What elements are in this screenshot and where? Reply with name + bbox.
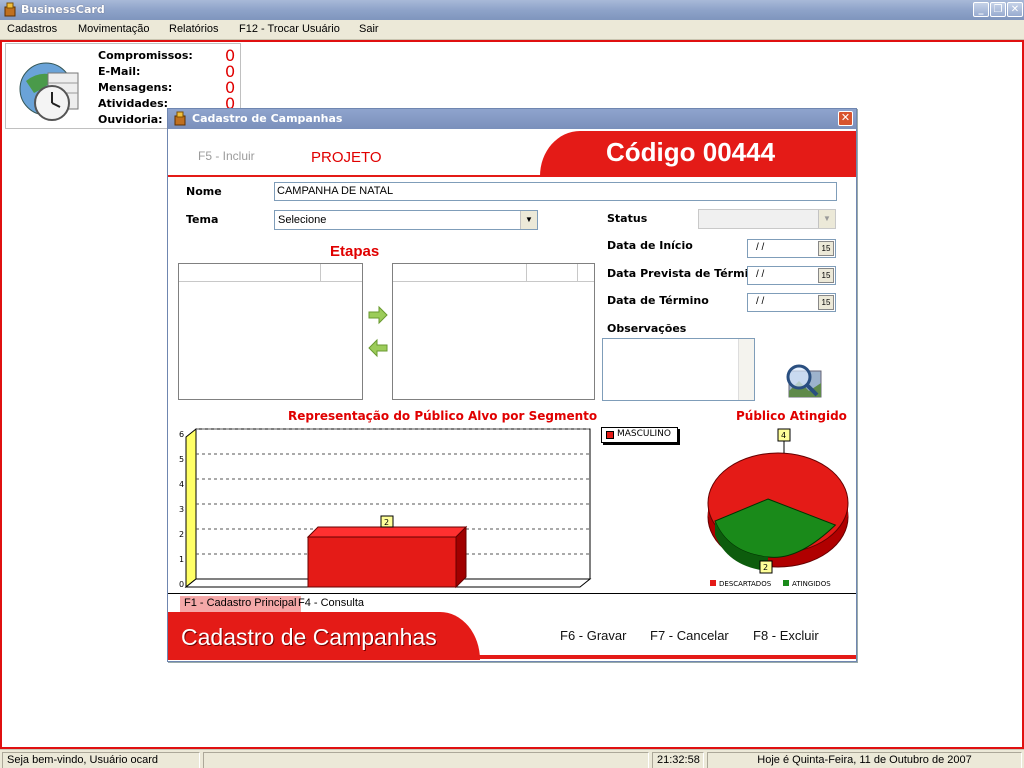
data-termino-label: Data de Término (607, 294, 709, 307)
chevron-down-icon[interactable]: ▼ (818, 210, 835, 228)
pie-chart-title: Público Atingido (736, 409, 847, 423)
gravar-button[interactable]: F6 - Gravar (560, 628, 626, 643)
y-tick-label: 2 (179, 530, 184, 539)
calendar-icon[interactable]: 15 (818, 268, 834, 283)
magnifier-icon[interactable] (783, 361, 823, 401)
data-inicio-input[interactable]: / / 15 (747, 239, 836, 258)
legend-label-descartados: DESCARTADOS (719, 580, 772, 588)
y-tick-label: 4 (179, 480, 184, 489)
tema-select-value: Selecione (278, 214, 327, 226)
bar-masculino-side (455, 525, 467, 589)
data-prevista-input[interactable]: / / 15 (747, 266, 836, 285)
status-label: Status (607, 212, 648, 225)
etapas-selected-list[interactable] (392, 263, 595, 400)
bar-data-label: 2 (384, 518, 389, 527)
status-date: Hoje é Quinta-Feira, 11 de Outubro de 20… (707, 752, 1022, 768)
menu-relatorios[interactable]: Relatórios (169, 23, 219, 35)
etapas-selected-header (393, 264, 594, 282)
legend-swatch-atingidos (783, 580, 789, 586)
legend-label-atingidos: ATINGIDOS (792, 580, 831, 588)
pie-chart: 4 2 DESCARTADOS ATINGIDOS (707, 428, 849, 588)
dialog-close-button[interactable]: ✕ (838, 111, 853, 126)
observacoes-label: Observações (607, 322, 687, 335)
menu-bar: Cadastros Movimentação Relatórios F12 - … (0, 20, 1024, 40)
dialog-title-bar: Cadastro de Campanhas ✕ (168, 109, 856, 129)
excluir-button[interactable]: F8 - Excluir (753, 628, 819, 643)
tema-label: Tema (186, 213, 219, 226)
menu-trocar-usuario[interactable]: F12 - Trocar Usuário (239, 23, 340, 35)
calendar-icon[interactable]: 15 (818, 295, 834, 310)
info-label-atividades: Atividades: (98, 97, 169, 110)
info-label-ouvidoria: Ouvidoria: (98, 113, 163, 126)
tema-select[interactable]: Selecione ▼ (274, 210, 538, 230)
calendar-clock-globe-icon (19, 62, 79, 121)
calendar-icon[interactable]: 15 (818, 241, 834, 256)
bar-chart-title: Representação do Público Alvo por Segmen… (288, 409, 598, 423)
y-tick-label: 5 (179, 455, 184, 464)
y-tick-label: 6 (179, 430, 184, 439)
data-inicio-label: Data de Início (607, 239, 693, 252)
menu-sair[interactable]: Sair (359, 23, 379, 35)
nome-input[interactable]: CAMPANHA DE NATAL (274, 182, 837, 201)
tab-cadastro-principal[interactable]: F1 - Cadastro Principal (180, 596, 301, 612)
chart-side-wall (185, 427, 197, 589)
info-label-compromissos: Compromissos: (98, 49, 193, 62)
header-divider (168, 175, 856, 177)
etapas-available-header (179, 264, 362, 282)
dialog-title: Cadastro de Campanhas (192, 112, 343, 125)
tab-consulta[interactable]: F4 - Consulta (294, 596, 368, 612)
status-select[interactable]: ▼ (698, 209, 836, 229)
footer-bar: Cadastro de Campanhas F6 - Gravar F7 - C… (168, 612, 856, 660)
legend-swatch-descartados (710, 580, 716, 586)
legend-label-masculino: MASCULINO (617, 429, 671, 439)
data-prevista-value: / / (756, 269, 765, 280)
y-tick-label: 1 (179, 555, 184, 564)
cadastro-campanhas-dialog: Cadastro de Campanhas ✕ Código 00444 F5 … (167, 108, 857, 662)
observacoes-textarea[interactable] (602, 338, 755, 401)
data-inicio-value: / / (756, 242, 765, 253)
status-welcome: Seja bem-vindo, Usuário ocard (2, 752, 200, 768)
menu-movimentacao[interactable]: Movimentação (78, 23, 150, 35)
observacoes-scrollbar[interactable] (738, 339, 754, 400)
data-termino-value: / / (756, 296, 765, 307)
pie-data-label-atingidos: 2 (763, 563, 768, 572)
menu-cadastros[interactable]: Cadastros (7, 23, 57, 35)
y-tick-label: 3 (179, 505, 184, 514)
status-time: 21:32:58 (652, 752, 704, 768)
info-label-email: E-Mail: (98, 65, 141, 78)
status-blank (203, 752, 649, 768)
business-card-icon (4, 2, 16, 17)
arrow-left-icon[interactable] (367, 338, 389, 358)
minimize-button[interactable]: _ (973, 2, 989, 17)
etapas-label: Etapas (330, 243, 380, 260)
legend-swatch-masculino (606, 431, 614, 439)
main-title-bar: BusinessCard _ ❐ ✕ (0, 0, 1024, 20)
pie-data-label-descartados: 4 (781, 431, 786, 440)
nome-label: Nome (186, 185, 222, 198)
bar-chart-legend: MASCULINO (601, 427, 678, 443)
mode-label: PROJETO (311, 149, 382, 166)
etapas-available-list[interactable] (178, 263, 363, 400)
info-label-mensagens: Mensagens: (98, 81, 173, 94)
cancelar-button[interactable]: F7 - Cancelar (650, 628, 729, 643)
bar-chart: 0 1 2 3 4 5 6 2 (179, 427, 592, 589)
bar-masculino (307, 536, 457, 588)
footer-divider (168, 655, 856, 659)
tab-strip: F1 - Cadastro Principal F4 - Consulta (168, 593, 856, 613)
footer-title: Cadastro de Campanhas (181, 624, 437, 650)
y-tick-label: 0 (179, 580, 184, 589)
bar-masculino-top (306, 526, 468, 538)
restore-button[interactable]: ❐ (990, 2, 1006, 17)
arrow-right-icon[interactable] (367, 305, 389, 325)
f5-incluir-button[interactable]: F5 - Incluir (198, 149, 255, 163)
data-termino-input[interactable]: / / 15 (747, 293, 836, 312)
app-title: BusinessCard (21, 3, 105, 16)
chevron-down-icon[interactable]: ▼ (520, 211, 537, 229)
close-button[interactable]: ✕ (1007, 2, 1023, 17)
data-prevista-label: Data Prevista de Término (607, 267, 764, 280)
business-card-icon (174, 111, 186, 126)
status-bar: Seja bem-vindo, Usuário ocard 21:32:58 H… (0, 749, 1024, 768)
codigo-label: Código 00444 (606, 137, 776, 167)
